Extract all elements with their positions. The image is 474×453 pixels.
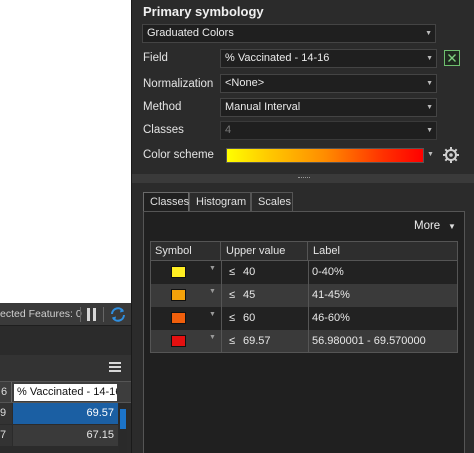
normalization-value: <None> [225, 77, 265, 89]
grid-header: Symbol Upper value Label [150, 241, 458, 261]
upper-value-column-header[interactable]: Upper value [221, 242, 308, 260]
normalization-dropdown[interactable]: <None> ▼ [220, 74, 437, 93]
chevron-down-icon[interactable]: ▼ [209, 311, 216, 318]
class-label[interactable]: 41-45% [312, 289, 350, 301]
classes-dropdown[interactable]: 4 ▼ [220, 121, 437, 140]
class-row[interactable]: ▼ ≤ 60 46-60% [150, 307, 458, 330]
normalization-label: Normalization [143, 78, 214, 90]
operator: ≤ [229, 312, 236, 324]
more-button[interactable]: More [414, 220, 440, 232]
color-scheme-ramp[interactable] [226, 148, 424, 163]
toolbar-separator [103, 307, 104, 322]
operator: ≤ [229, 266, 236, 278]
chevron-down-icon: ▼ [425, 30, 432, 37]
upper-value[interactable]: 45 [243, 289, 255, 301]
map-view[interactable] [0, 0, 131, 303]
row-id: 9 [0, 403, 12, 424]
symbol-swatch[interactable] [171, 312, 186, 324]
class-label[interactable]: 46-60% [312, 312, 350, 324]
table-row[interactable]: 9 69.57 [0, 403, 118, 424]
refresh-icon[interactable] [109, 306, 127, 323]
label-column-header[interactable]: Label [308, 242, 458, 260]
tab-histogram[interactable]: Histogram [189, 192, 251, 212]
chevron-down-icon: ▼ [426, 55, 433, 62]
pane-splitter[interactable] [132, 174, 474, 183]
symbol-column-header[interactable]: Symbol [151, 242, 221, 260]
attribute-table-pane: ected Features: 0 6 % Vaccinated - 14-16… [0, 303, 131, 453]
chevron-down-icon[interactable]: ▼ [427, 151, 434, 158]
method-label: Method [143, 101, 182, 113]
chevron-down-icon[interactable]: ▼ [448, 222, 456, 231]
symbology-pane: Primary symbology Graduated Colors ▼ Fie… [131, 0, 474, 453]
color-scheme-label: Color scheme [143, 149, 214, 161]
class-row[interactable]: ▼ ≤ 45 41-45% [150, 284, 458, 307]
tab-scales[interactable]: Scales [251, 192, 293, 212]
chevron-down-icon: ▼ [426, 80, 433, 87]
attribute-table-toolbar: ected Features: 0 [0, 303, 131, 326]
row-id: 7 [0, 425, 12, 446]
chevron-down-icon[interactable]: ▼ [209, 334, 216, 341]
field-column-header[interactable]: % Vaccinated - 14-16 [14, 384, 117, 401]
chevron-down-icon: ▼ [426, 127, 433, 134]
symbology-type-value: Graduated Colors [147, 27, 234, 39]
pause-icon[interactable] [86, 308, 98, 321]
pane-title: Primary symbology [143, 4, 264, 19]
method-dropdown[interactable]: Manual Interval ▼ [220, 98, 437, 117]
symbol-swatch[interactable] [171, 335, 186, 347]
vertical-scrollbar[interactable] [119, 403, 127, 453]
cell-value[interactable]: 67.15 [13, 425, 118, 446]
classes-label: Classes [143, 124, 184, 136]
symbology-type-dropdown[interactable]: Graduated Colors ▼ [142, 24, 436, 43]
class-row[interactable]: ▼ ≤ 40 0-40% [150, 261, 458, 284]
cell-value[interactable]: 69.57 [13, 403, 118, 424]
field-label: Field [143, 52, 168, 64]
symbol-swatch[interactable] [171, 289, 186, 301]
classes-value: 4 [225, 124, 232, 136]
upper-value[interactable]: 40 [243, 266, 255, 278]
row-number-header: 6 [0, 382, 12, 402]
table-header: 6 % Vaccinated - 14-16 [0, 381, 131, 403]
chevron-down-icon[interactable]: ▼ [209, 265, 216, 272]
class-label[interactable]: 0-40% [312, 266, 344, 278]
field-value: % Vaccinated - 14-16 [225, 52, 330, 64]
upper-value[interactable]: 60 [243, 312, 255, 324]
symbol-swatch[interactable] [171, 266, 186, 278]
selected-features-count: ected Features: 0 [0, 308, 82, 320]
chevron-down-icon[interactable]: ▼ [209, 288, 216, 295]
class-row[interactable]: ▼ ≤ 69.57 56.980001 - 69.570000 [150, 330, 458, 353]
table-options-row [0, 355, 131, 381]
gear-icon[interactable] [442, 146, 460, 164]
table-row[interactable]: 7 67.15 [0, 425, 118, 446]
expression-icon[interactable] [444, 50, 460, 66]
operator: ≤ [229, 335, 236, 347]
toolbar-separator [80, 307, 81, 322]
menu-icon[interactable] [109, 361, 121, 373]
upper-value[interactable]: 69.57 [243, 335, 271, 347]
operator: ≤ [229, 289, 236, 301]
method-value: Manual Interval [225, 101, 301, 113]
class-label[interactable]: 56.980001 - 69.570000 [312, 335, 426, 347]
chevron-down-icon: ▼ [426, 104, 433, 111]
tab-classes[interactable]: Classes [143, 192, 189, 212]
field-dropdown[interactable]: % Vaccinated - 14-16 ▼ [220, 49, 437, 68]
